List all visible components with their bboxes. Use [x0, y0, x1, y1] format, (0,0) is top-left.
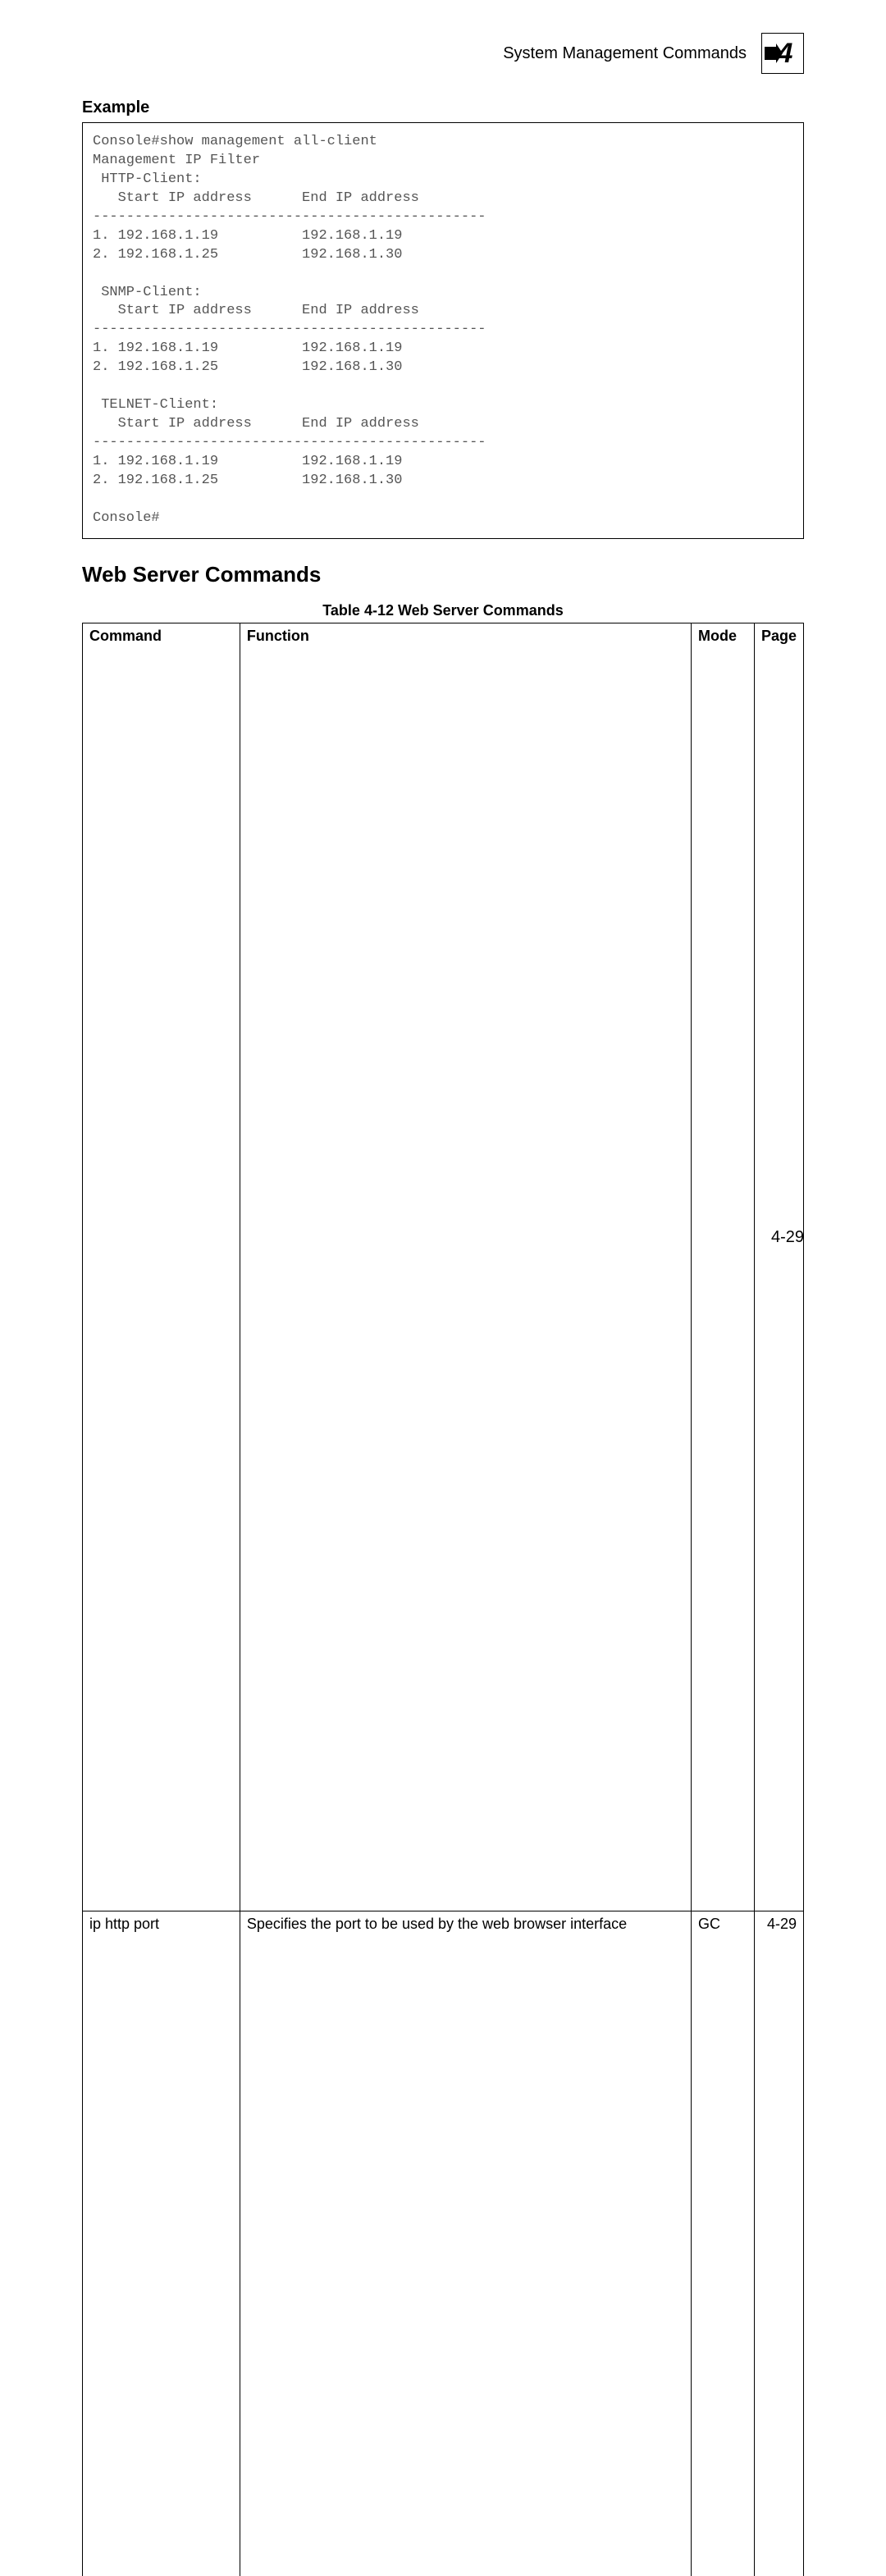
table-caption: Table 4-12 Web Server Commands: [82, 602, 804, 619]
cell-page: 4-29: [754, 1911, 803, 2576]
cell-function: Specifies the port to be used by the web…: [240, 1911, 691, 2576]
section-title: Web Server Commands: [82, 562, 804, 587]
page-number: 4-29: [771, 1228, 804, 1247]
header-title: System Management Commands: [503, 44, 747, 63]
th-function: Function: [240, 623, 691, 1911]
cell-command: ip http port: [83, 1911, 240, 2576]
chapter-badge: 4: [761, 33, 804, 74]
th-mode: Mode: [691, 623, 754, 1911]
page-header: System Management Commands 4: [82, 33, 804, 74]
example-code-block: Console#show management all-client Manag…: [82, 122, 804, 539]
example-heading: Example: [82, 98, 804, 117]
cell-mode: GC: [691, 1911, 754, 2576]
commands-table: Command Function Mode Page ip http port …: [82, 623, 804, 2576]
document-page: System Management Commands 4 Example Con…: [0, 0, 886, 1288]
th-page: Page: [754, 623, 803, 1911]
table-row: ip http port Specifies the port to be us…: [83, 1911, 804, 2576]
table-header-row: Command Function Mode Page: [83, 623, 804, 1911]
th-command: Command: [83, 623, 240, 1911]
chapter-number: 4: [778, 38, 793, 70]
